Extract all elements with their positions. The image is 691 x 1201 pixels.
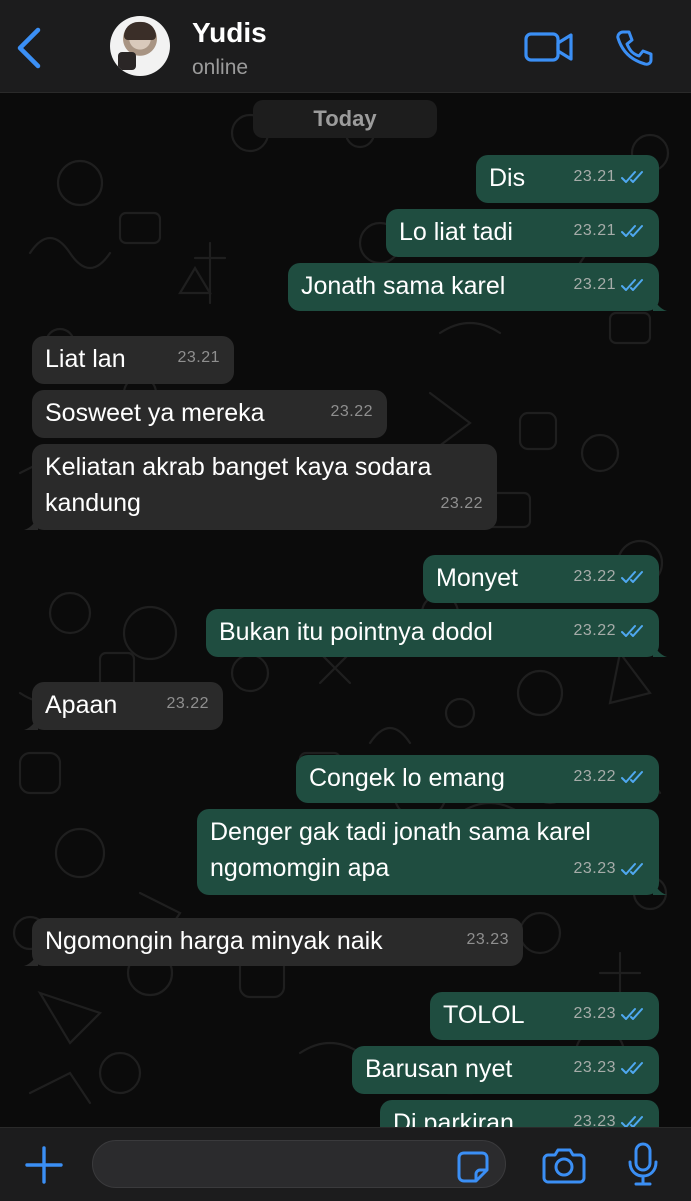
message-time: 23.21 (573, 168, 616, 185)
chat-header: Yudis online (0, 0, 691, 93)
message-time: 23.23 (573, 1005, 616, 1022)
message-input[interactable] (92, 1140, 506, 1188)
message-bubble-incoming[interactable]: Apaan 23.22 (32, 682, 223, 730)
read-ticks-icon (621, 1062, 643, 1074)
read-ticks-icon (621, 1008, 643, 1020)
message-time: 23.21 (573, 276, 616, 293)
composer-bar (0, 1127, 691, 1201)
message-time: 23.21 (573, 222, 616, 239)
message-bubble-outgoing[interactable]: Denger gak tadi jonath sama karel ngomomg… (197, 809, 659, 895)
message-meta: 23.22 (440, 486, 483, 522)
avatar[interactable] (110, 16, 170, 76)
message-bubble-outgoing[interactable]: Monyet 23.22 (423, 555, 659, 603)
sticker-icon[interactable] (456, 1150, 490, 1184)
message-meta: 23.21 (177, 340, 220, 376)
read-ticks-icon (621, 571, 643, 583)
read-ticks-icon (621, 279, 643, 291)
message-time: 23.22 (573, 568, 616, 585)
plus-icon[interactable] (24, 1145, 64, 1185)
message-bubble-incoming[interactable]: Ngomongin harga minyak naik 23.23 (32, 918, 523, 966)
read-ticks-icon (621, 171, 643, 183)
read-ticks-icon (621, 225, 643, 237)
microphone-icon[interactable] (626, 1142, 660, 1186)
message-text: Ngomongin harga minyak naik (45, 927, 383, 955)
message-time: 23.23 (466, 931, 509, 948)
message-bubble-outgoing[interactable]: Di parkiran 23.23 (380, 1100, 659, 1127)
message-meta: 23.22 (573, 613, 645, 649)
message-text: kandung (45, 489, 141, 517)
contact-name[interactable]: Yudis (192, 17, 267, 49)
message-text: Denger gak tadi jonath sama karel (210, 818, 591, 846)
message-meta: 23.22 (166, 686, 209, 722)
chevron-left-icon[interactable] (10, 24, 50, 72)
message-bubble-outgoing[interactable]: Jonath sama karel 23.21 (288, 263, 659, 311)
message-meta: 23.23 (573, 996, 645, 1032)
message-time: 23.22 (330, 403, 373, 420)
message-text: Keliatan akrab banget kaya sodara (45, 453, 432, 481)
message-meta: 23.22 (573, 559, 645, 595)
message-time: 23.22 (440, 495, 483, 512)
message-time: 23.21 (177, 349, 220, 366)
message-meta: 23.21 (573, 213, 645, 249)
message-meta: 23.23 (573, 851, 645, 887)
message-meta: 23.23 (573, 1104, 645, 1127)
message-meta: 23.23 (466, 922, 509, 958)
phone-icon[interactable] (614, 28, 654, 68)
read-ticks-icon (621, 771, 643, 783)
read-ticks-icon (621, 1116, 643, 1127)
message-meta: 23.22 (573, 759, 645, 795)
contact-status: online (192, 56, 249, 79)
message-bubble-incoming[interactable]: Keliatan akrab banget kaya sodara kandung… (32, 444, 497, 530)
date-separator: Today (253, 100, 437, 138)
message-time: 23.22 (573, 768, 616, 785)
message-meta: 23.21 (573, 267, 645, 303)
message-bubble-outgoing[interactable]: Congek lo emang 23.22 (296, 755, 659, 803)
message-time: 23.23 (573, 860, 616, 877)
message-time: 23.22 (573, 622, 616, 639)
message-bubble-outgoing[interactable]: Dis 23.21 (476, 155, 659, 203)
message-time: 23.22 (166, 695, 209, 712)
message-bubble-outgoing[interactable]: Bukan itu pointnya dodol 23.22 (206, 609, 659, 657)
message-time: 23.23 (573, 1059, 616, 1076)
message-meta: 23.21 (573, 159, 645, 195)
message-meta: 23.22 (330, 394, 373, 430)
camera-icon[interactable] (542, 1146, 586, 1184)
message-text: Sosweet ya mereka (45, 399, 265, 427)
message-bubble-outgoing[interactable]: TOLOL 23.23 (430, 992, 659, 1040)
chat-area[interactable]: Today Dis 23.21 Lo liat tadi 23.21 Jonath sa… (0, 93, 691, 1127)
message-bubble-incoming[interactable]: Sosweet ya mereka 23.22 (32, 390, 387, 438)
message-meta: 23.23 (573, 1050, 645, 1086)
read-ticks-icon (621, 863, 643, 875)
read-ticks-icon (621, 625, 643, 637)
message-bubble-outgoing[interactable]: Lo liat tadi 23.21 (386, 209, 659, 257)
message-bubble-incoming[interactable]: Liat lan 23.21 (32, 336, 234, 384)
message-time: 23.23 (573, 1113, 616, 1127)
message-bubble-outgoing[interactable]: Barusan nyet 23.23 (352, 1046, 659, 1094)
video-camera-icon[interactable] (524, 30, 574, 64)
